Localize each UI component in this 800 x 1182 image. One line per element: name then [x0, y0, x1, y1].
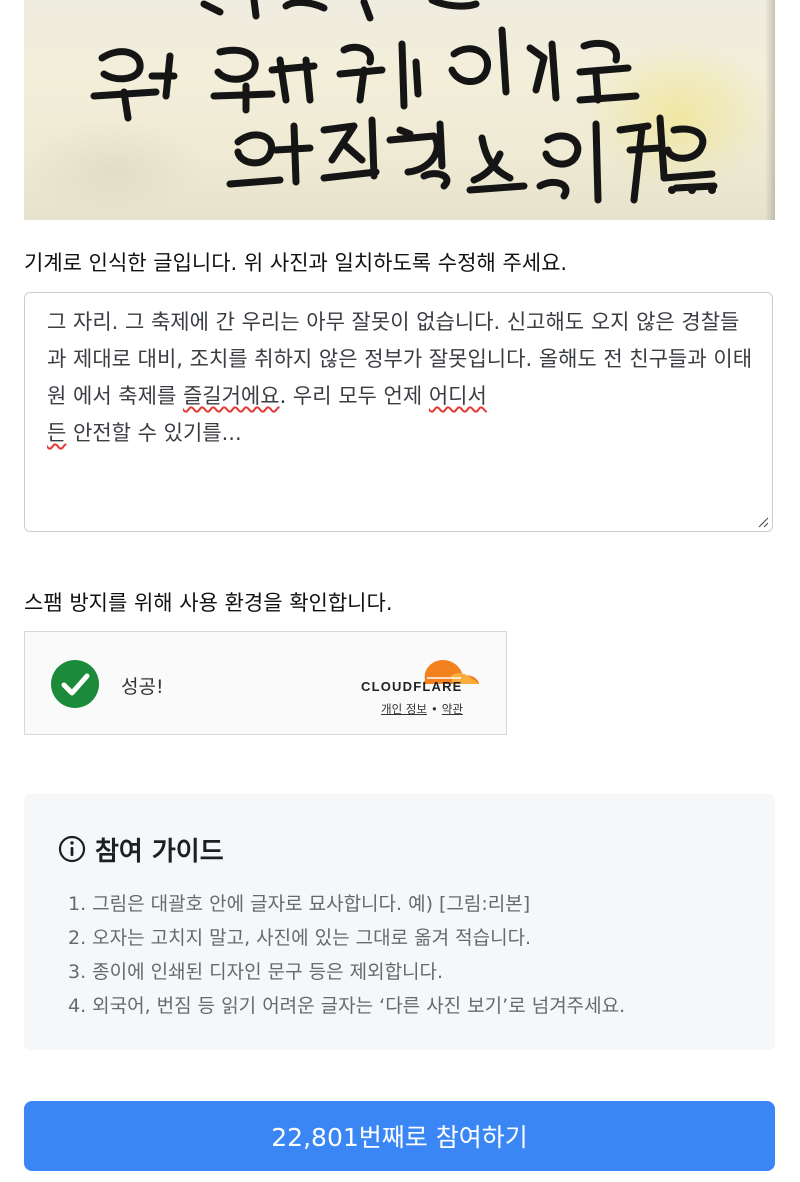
guide-header: 참여 가이드: [58, 832, 224, 867]
spellcheck-flag: 어디서: [428, 384, 487, 408]
cloudflare-wordmark: CLOUDFLARE: [361, 679, 463, 694]
captcha-status: 성공!: [121, 676, 164, 698]
guide-item: 4. 외국어, 번짐 등 읽기 어려운 글자는 ‘다른 사진 보기’로 넘겨주세…: [68, 995, 626, 1017]
success-check-icon: [51, 660, 99, 708]
correction-prompt: 기계로 인식한 글입니다. 위 사진과 일치하도록 수정해 주세요.: [24, 251, 568, 275]
photo-edge: [765, 0, 775, 220]
spellcheck-flag: 든: [47, 421, 67, 445]
resize-handle-icon[interactable]: [757, 516, 769, 528]
spellcheck-flag: 즐길거에요: [182, 384, 280, 408]
guide-list: 1. 그림은 대괄호 안에 글자로 묘사합니다. 예) [그림:리본] 2. 오…: [68, 887, 625, 1023]
link-separator: •: [430, 702, 438, 716]
page: 기계로 인식한 글입니다. 위 사진과 일치하도록 수정해 주세요. 그 자리.…: [0, 0, 800, 1182]
transcription-segment: . 우리 모두 언제: [279, 384, 429, 408]
transcription-segment: 안전할 수 있기를...: [66, 421, 242, 445]
guide-item: 3. 종이에 인쇄된 디자인 문구 등은 제외합니다.: [68, 961, 444, 983]
captcha-widget[interactable]: 성공! CLOUDFLARE 개인 정보 • 약관: [24, 631, 507, 735]
guide-title: 참여 가이드: [95, 836, 224, 867]
transcription-text[interactable]: 그 자리. 그 축제에 간 우리는 아무 잘못이 없습니다. 신고해도 오지 않…: [47, 304, 755, 452]
handwritten-note-photo: [24, 0, 775, 220]
spam-check-label: 스팸 방지를 위해 사용 환경을 확인합니다.: [24, 591, 393, 615]
terms-link[interactable]: 약관: [442, 702, 463, 716]
transcription-textarea[interactable]: 그 자리. 그 축제에 간 우리는 아무 잘못이 없습니다. 신고해도 오지 않…: [24, 292, 773, 532]
handwriting-drawing: [90, 0, 718, 204]
participate-button[interactable]: 22,801번째로 참여하기: [24, 1101, 775, 1171]
captcha-links: 개인 정보 • 약관: [381, 701, 463, 717]
info-circle-icon: [58, 835, 86, 863]
privacy-link[interactable]: 개인 정보: [381, 702, 427, 716]
guide-item: 2. 오자는 고치지 말고, 사진에 있는 그대로 옮겨 적습니다.: [68, 927, 532, 949]
guide-item: 1. 그림은 대괄호 안에 글자로 묘사합니다. 예) [그림:리본]: [68, 893, 531, 915]
participation-guide: 참여 가이드 1. 그림은 대괄호 안에 글자로 묘사합니다. 예) [그림:리…: [24, 794, 775, 1050]
